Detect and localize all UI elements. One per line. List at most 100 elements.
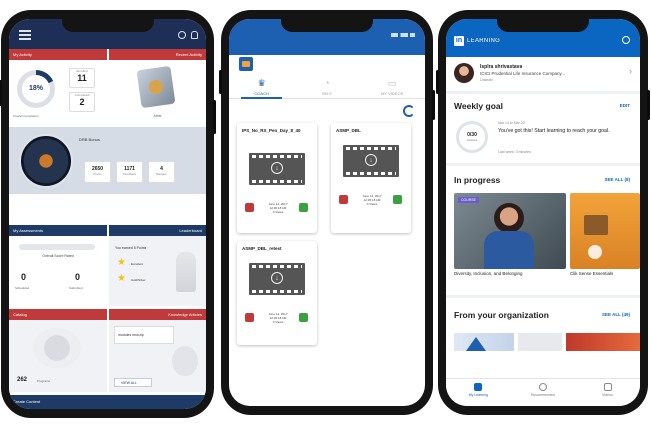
chevron-right-icon: › [629, 66, 632, 76]
video-card[interactable]: ASMP_DBL ↓ June 14, 2017 12:36:18 AM 0 V… [331, 123, 411, 233]
tab-coach-label: COACH [254, 91, 269, 96]
thumbs-down-icon[interactable] [339, 195, 348, 204]
score-track [19, 244, 95, 250]
points-label-3: Badges [156, 172, 167, 176]
my-activity-title: My Activity [13, 52, 32, 57]
thumbs-down-icon[interactable] [245, 313, 254, 322]
tab-my-videos[interactable]: ▭ MY VIDEOS [360, 75, 425, 99]
notification-bell-icon[interactable] [191, 31, 198, 39]
phone-videos: ♛ COACH ◔ SELF ▭ MY VIDEOS IPS_No_RX_Pen… [219, 10, 435, 415]
nav-my-learning-label: My Learning [468, 393, 488, 397]
phone-notch [497, 19, 589, 32]
create-content-label: Create Content [13, 399, 41, 404]
divider [446, 163, 640, 166]
video-thumbnail[interactable]: ↓ [249, 263, 305, 295]
completed-stat[interactable]: Completed 2 [69, 92, 95, 112]
org-course-thumbnail-1[interactable] [454, 333, 514, 351]
assessments-header: My Assessments [9, 225, 107, 236]
video-card[interactable]: ASMP_DBL_retest ↓ June 14, 2017 12:36:18… [237, 241, 317, 345]
video-views: 0 Views [272, 210, 284, 214]
download-icon[interactable]: ↓ [271, 272, 283, 284]
phone-notch [281, 19, 373, 32]
nav-my-learning[interactable]: My Learning [446, 383, 511, 397]
submitted-label: Submitted [69, 286, 83, 290]
video-views: 0 Views [272, 320, 284, 324]
nav-videos[interactable]: Videos [575, 383, 640, 397]
overall-score-label: Overall Score Rated [42, 254, 74, 258]
book-icon [474, 383, 483, 391]
volume-button [219, 70, 222, 94]
user-name: Isplra shrivastava [480, 64, 523, 70]
scheduled-value: 0 [21, 272, 27, 282]
course-title-qlik: Clik Sense Essentials [570, 271, 614, 276]
recent-item-label: Artist [153, 114, 162, 118]
instructor-shirt [484, 231, 534, 269]
in-progress-title: In progress [454, 175, 501, 185]
volume-button [436, 70, 439, 94]
knowledge-illustration [172, 346, 198, 376]
power-button [432, 90, 435, 120]
profile-row[interactable]: Isplra shrivastava ICICI Prudential Life… [446, 57, 640, 89]
video-card[interactable]: IPS_No_RX_Pen_Day_8_40 ↓ June 14, 2017 1… [237, 123, 317, 233]
bottom-navigation: My Learning Recommended Videos [446, 378, 640, 406]
video-thumbnail[interactable]: ↓ [343, 145, 399, 177]
goal-subtext: Last week: 0 minutes [498, 150, 531, 154]
nav-recommended-label: Recommended [531, 393, 555, 397]
learning-screen: in LEARNING Isplra shrivastava ICICI Pru… [446, 19, 640, 406]
user-icon: ◔ [324, 78, 330, 88]
completion-caption: Overall Completion [13, 114, 39, 118]
create-content-bar[interactable]: Create Content [9, 395, 206, 409]
video-tabs: ♛ COACH ◔ SELF ▭ MY VIDEOS [229, 75, 425, 99]
phone-dashboard: My Activity Recent Activity 18% Overall … [0, 10, 216, 418]
catalog-header: Catalog [9, 309, 107, 320]
video-icon: ▭ [387, 78, 397, 88]
completion-ring: 18% [17, 70, 55, 108]
star-icon-2: ★ [117, 273, 126, 284]
divider [446, 295, 640, 298]
volume-button [0, 80, 2, 106]
thumbs-down-icon[interactable] [245, 203, 254, 212]
recent-activity-header: Recent Activity [109, 49, 206, 60]
nav-recommended[interactable]: Recommended [511, 383, 576, 397]
enrolled-stat[interactable]: Enrolled 11 [69, 68, 95, 88]
points-label-1: Points [93, 172, 102, 176]
view-all-label: VIEW ALL [121, 381, 137, 385]
thumbs-up-icon[interactable] [299, 313, 308, 322]
catalog-panel[interactable]: 262 Programs [9, 320, 107, 392]
see-all-in-progress-link[interactable]: SEE ALL (8) [604, 177, 630, 182]
assessments-panel: Overall Score Rated 0 Scheduled 0 Submit… [9, 236, 107, 306]
hamburger-menu-icon[interactable] [19, 30, 31, 42]
completion-percent: 18% [22, 75, 50, 103]
completed-value: 2 [79, 97, 85, 107]
course-card-diversity[interactable]: COURSE [454, 193, 566, 269]
knowledge-file-name: modules new.zip [118, 333, 144, 337]
video-title: ASMP_DBL [336, 128, 361, 133]
see-all-organization-link[interactable]: SEE ALL (49) [602, 312, 630, 317]
catalog-count-label: Programs [37, 379, 51, 383]
power-button [213, 100, 216, 134]
video-thumbnail[interactable]: ↓ [249, 153, 305, 185]
search-icon[interactable] [622, 36, 630, 44]
trophy-icon [176, 252, 196, 292]
crown-icon: ♛ [257, 78, 266, 88]
thumbs-up-icon[interactable] [393, 195, 402, 204]
knowledge-panel[interactable]: modules new.zip VIEW ALL [109, 320, 206, 392]
org-course-shape [466, 337, 486, 351]
course-card-qlik[interactable] [570, 193, 640, 269]
points-stat-3: 4 Badges [148, 161, 175, 183]
edit-goal-link[interactable]: EDIT [620, 103, 630, 108]
view-all-button[interactable]: VIEW ALL [114, 378, 152, 387]
assessments-title: My Assessments [13, 228, 44, 233]
refresh-icon[interactable] [403, 105, 415, 117]
tab-coach[interactable]: ♛ COACH [229, 75, 294, 99]
org-course-thumbnail-2[interactable] [518, 333, 562, 351]
search-icon[interactable] [178, 31, 186, 39]
library-icon [603, 383, 612, 391]
download-icon[interactable]: ↓ [365, 154, 377, 166]
download-icon[interactable]: ↓ [271, 162, 283, 174]
org-course-thumbnail-3[interactable] [566, 333, 640, 351]
tab-self[interactable]: ◔ SELF [294, 75, 359, 99]
recent-activity-panel[interactable]: Artist [109, 60, 206, 126]
thumbs-up-icon[interactable] [299, 203, 308, 212]
leaderboard-row-2: Gold/Silver [131, 278, 146, 282]
